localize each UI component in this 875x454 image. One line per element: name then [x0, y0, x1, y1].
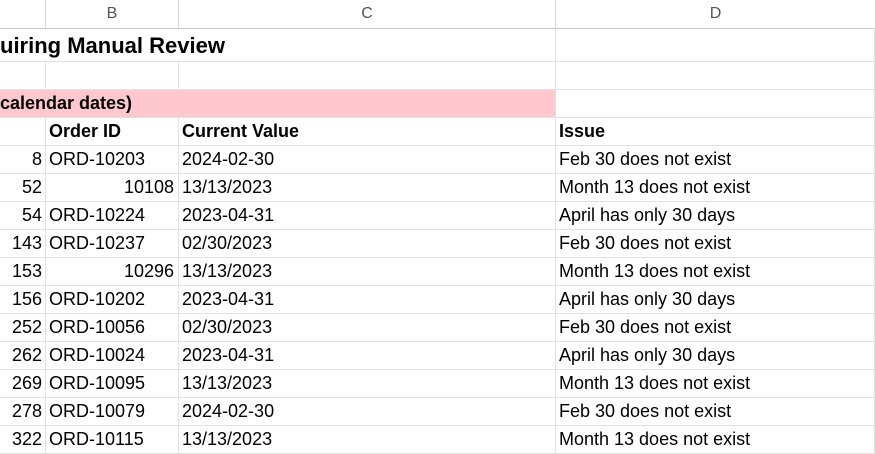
row-number-cell[interactable]: 8	[0, 146, 46, 173]
row-number-cell[interactable]: 262	[0, 342, 46, 369]
table-row: 278 ORD-10079 2024-02-30 Feb 30 does not ex…	[0, 398, 875, 426]
empty-cell[interactable]	[0, 118, 46, 145]
current-value-cell[interactable]: 13/13/2023	[179, 174, 556, 201]
table-row: 54 ORD-10224 2023-04-31 April has only 30 d…	[0, 202, 875, 230]
column-header-a[interactable]	[0, 0, 46, 28]
issue-cell[interactable]: Feb 30 does not exist	[556, 314, 875, 341]
current-value-cell[interactable]: 13/13/2023	[179, 258, 556, 285]
title-row: uiring Manual Review	[0, 28, 875, 62]
current-value-cell[interactable]: 2024-02-30	[179, 398, 556, 425]
order-id-cell[interactable]: 10108	[46, 174, 179, 201]
row-number-cell[interactable]: 278	[0, 398, 46, 425]
section-label-cell[interactable]: calendar dates)	[0, 90, 556, 117]
table-row: 143 ORD-10237 02/30/2023 Feb 30 does not ex…	[0, 230, 875, 258]
empty-cell[interactable]	[46, 62, 179, 89]
current-value-cell[interactable]: 13/13/2023	[179, 426, 556, 453]
section-row: calendar dates)	[0, 90, 875, 118]
header-order-id[interactable]: Order ID	[46, 118, 179, 145]
order-id-cell[interactable]: ORD-10056	[46, 314, 179, 341]
issue-cell[interactable]: Month 13 does not exist	[556, 258, 875, 285]
column-header-d[interactable]: D	[556, 0, 875, 28]
issue-cell[interactable]: Feb 30 does not exist	[556, 146, 875, 173]
order-id-cell[interactable]: ORD-10224	[46, 202, 179, 229]
empty-cell[interactable]	[0, 62, 46, 89]
table-row: 52 10108 13/13/2023 Month 13 does not exist	[0, 174, 875, 202]
current-value-cell[interactable]: 2023-04-31	[179, 342, 556, 369]
current-value-cell[interactable]: 13/13/2023	[179, 370, 556, 397]
order-id-cell[interactable]: 10296	[46, 258, 179, 285]
column-header-b[interactable]: B	[46, 0, 179, 28]
order-id-cell[interactable]: ORD-10203	[46, 146, 179, 173]
column-header-bar: B C D	[0, 0, 875, 29]
issue-cell[interactable]: Month 13 does not exist	[556, 370, 875, 397]
column-header-c[interactable]: C	[179, 0, 556, 28]
table-row: 153 10296 13/13/2023 Month 13 does not exis…	[0, 258, 875, 286]
empty-cell[interactable]	[556, 62, 875, 89]
header-row: Order ID Current Value Issue	[0, 118, 875, 146]
issue-cell[interactable]: Feb 30 does not exist	[556, 398, 875, 425]
empty-row	[0, 62, 875, 90]
issue-cell[interactable]: April has only 30 days	[556, 286, 875, 313]
current-value-cell[interactable]: 2023-04-31	[179, 202, 556, 229]
current-value-cell[interactable]: 2024-02-30	[179, 146, 556, 173]
issue-cell[interactable]: April has only 30 days	[556, 202, 875, 229]
order-id-cell[interactable]: ORD-10079	[46, 398, 179, 425]
table-row: 156 ORD-10202 2023-04-31 April has only 30 …	[0, 286, 875, 314]
order-id-cell[interactable]: ORD-10024	[46, 342, 179, 369]
header-current-value[interactable]: Current Value	[179, 118, 556, 145]
order-id-cell[interactable]: ORD-10095	[46, 370, 179, 397]
order-id-cell[interactable]: ORD-10202	[46, 286, 179, 313]
current-value-cell[interactable]: 2023-04-31	[179, 286, 556, 313]
table-row: 262 ORD-10024 2023-04-31 April has only 30 …	[0, 342, 875, 370]
row-number-cell[interactable]: 153	[0, 258, 46, 285]
issue-cell[interactable]: April has only 30 days	[556, 342, 875, 369]
row-number-cell[interactable]: 54	[0, 202, 46, 229]
table-row: 8 ORD-10203 2024-02-30 Feb 30 does not exis…	[0, 146, 875, 174]
row-number-cell[interactable]: 156	[0, 286, 46, 313]
row-number-cell[interactable]: 143	[0, 230, 46, 257]
order-id-cell[interactable]: ORD-10237	[46, 230, 179, 257]
sheet-title-cell[interactable]: uiring Manual Review	[0, 28, 556, 61]
table-row: 269 ORD-10095 13/13/2023 Month 13 does not …	[0, 370, 875, 398]
empty-cell[interactable]	[179, 62, 556, 89]
current-value-cell[interactable]: 02/30/2023	[179, 230, 556, 257]
issue-cell[interactable]: Month 13 does not exist	[556, 426, 875, 453]
table-row: 252 ORD-10056 02/30/2023 Feb 30 does not ex…	[0, 314, 875, 342]
row-number-cell[interactable]: 52	[0, 174, 46, 201]
issue-cell[interactable]: Feb 30 does not exist	[556, 230, 875, 257]
header-issue[interactable]: Issue	[556, 118, 875, 145]
row-number-cell[interactable]: 322	[0, 426, 46, 453]
empty-cell[interactable]	[556, 90, 875, 117]
current-value-cell[interactable]: 02/30/2023	[179, 314, 556, 341]
row-number-cell[interactable]: 252	[0, 314, 46, 341]
order-id-cell[interactable]: ORD-10115	[46, 426, 179, 453]
issue-cell[interactable]: Month 13 does not exist	[556, 174, 875, 201]
empty-cell[interactable]	[556, 28, 875, 61]
row-number-cell[interactable]: 269	[0, 370, 46, 397]
